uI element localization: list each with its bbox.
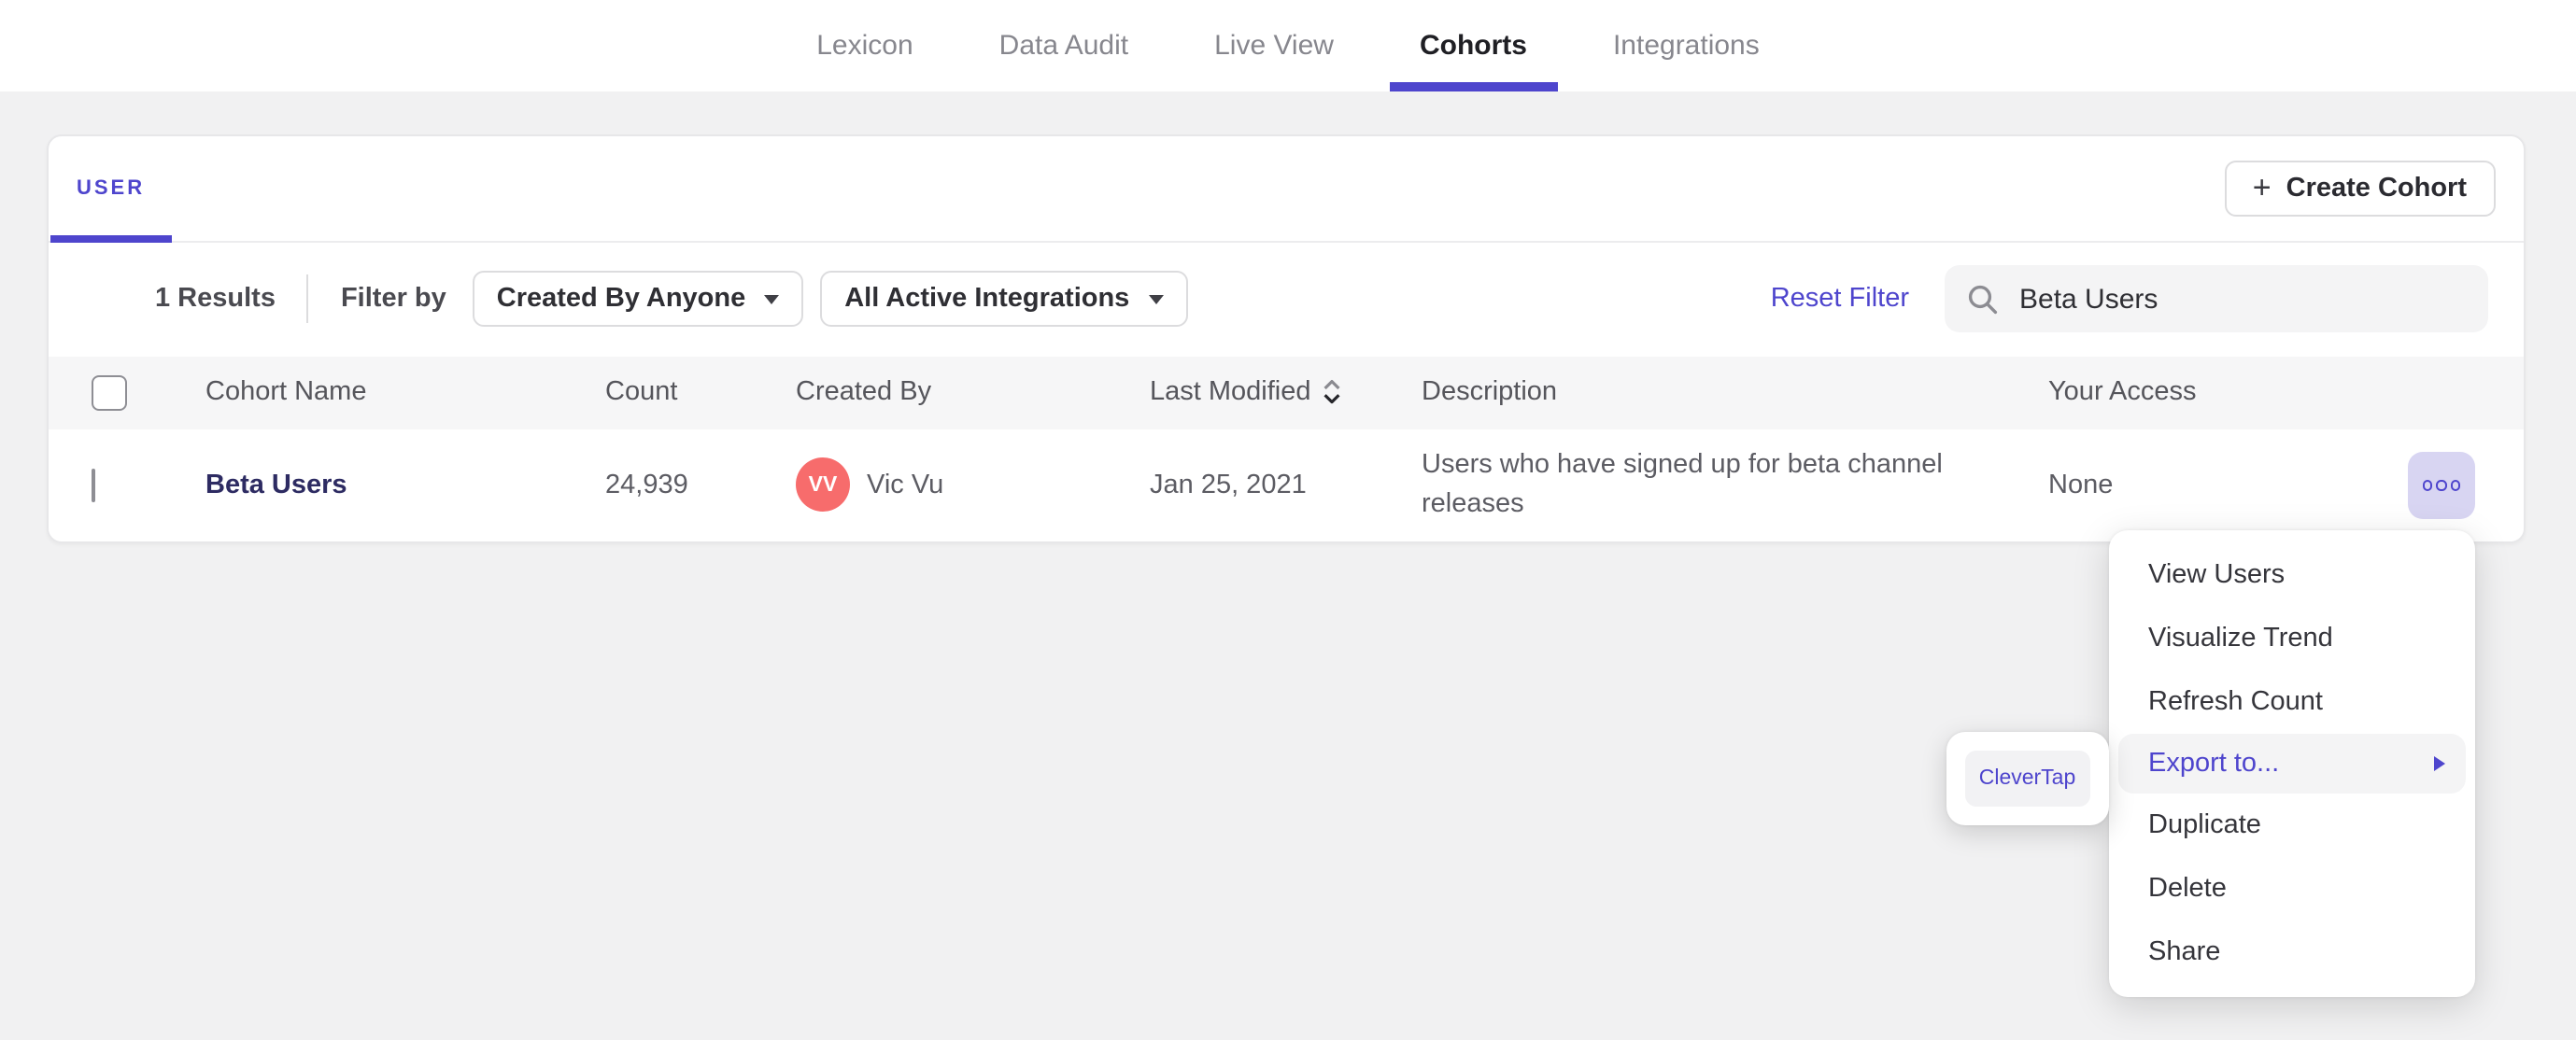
submenu-arrow-icon [2433, 755, 2444, 770]
column-last-modified[interactable]: Last Modified [1150, 377, 1422, 407]
tab-integrations[interactable]: Integrations [1613, 0, 1760, 91]
filter-toolbar: 1 Results Filter by Created By Anyone Al… [49, 242, 2523, 356]
divider [306, 274, 309, 323]
cohort-description: Users who have signed up for beta channe… [1422, 449, 1943, 519]
your-access-value: None [2048, 470, 2114, 500]
filter-by-label: Filter by [340, 284, 446, 314]
reset-filter-link[interactable]: Reset Filter [1771, 284, 1909, 314]
last-modified-label: Last Modified [1150, 377, 1311, 407]
dot-icon [2436, 480, 2447, 490]
menu-item-visualize-trend[interactable]: Visualize Trend [2108, 606, 2475, 669]
cohort-count: 24,939 [605, 470, 688, 500]
integrations-dropdown[interactable]: All Active Integrations [820, 271, 1188, 327]
last-modified-value: Jan 25, 2021 [1150, 470, 1307, 500]
cohort-name-link[interactable]: Beta Users [205, 471, 347, 500]
your-access-cell: None [2048, 451, 2523, 519]
row-checkbox[interactable] [91, 468, 94, 502]
table-header: Cohort Name Count Created By Last Modifi… [49, 356, 2523, 429]
create-cohort-button[interactable]: + Create Cohort [2224, 160, 2495, 217]
results-count: 1 Results [155, 284, 276, 314]
column-count[interactable]: Count [605, 377, 796, 407]
sort-icon[interactable] [1323, 379, 1341, 405]
menu-item-refresh-count[interactable]: Refresh Count [2108, 669, 2475, 733]
top-navigation: Lexicon Data Audit Live View Cohorts Int… [0, 0, 2576, 91]
tab-data-audit[interactable]: Data Audit [999, 0, 1128, 91]
dot-icon [2450, 480, 2461, 490]
chevron-down-icon [764, 294, 780, 303]
column-your-access[interactable]: Your Access [2048, 377, 2523, 407]
export-to-label: Export to... [2148, 748, 2280, 778]
search-box[interactable] [1945, 264, 2488, 333]
search-input[interactable] [2016, 281, 2466, 316]
created-by-dropdown-value: Created By Anyone [496, 284, 746, 314]
cohorts-panel: USER + Create Cohort 1 Results Filter by… [47, 134, 2525, 543]
panel-tab-bar: USER + Create Cohort [49, 135, 2523, 242]
menu-item-share[interactable]: Share [2108, 920, 2475, 983]
created-by-cell: VV Vic Vu [796, 457, 1150, 513]
submenu-item-clevertap[interactable]: CleverTap [1964, 750, 2090, 806]
tab-live-view[interactable]: Live View [1214, 0, 1334, 91]
column-description[interactable]: Description [1422, 377, 2048, 407]
search-icon [1968, 284, 1998, 314]
menu-item-duplicate[interactable]: Duplicate [2108, 793, 2475, 856]
menu-item-delete[interactable]: Delete [2108, 856, 2475, 920]
table-row: Beta Users 24,939 VV Vic Vu Jan 25, 2021… [49, 429, 2523, 541]
menu-item-view-users[interactable]: View Users [2108, 542, 2475, 606]
dot-icon [2422, 480, 2433, 490]
avatar: VV [796, 457, 850, 513]
chevron-down-icon [1148, 294, 1164, 303]
column-created-by[interactable]: Created By [796, 377, 1150, 407]
created-by-dropdown[interactable]: Created By Anyone [472, 271, 804, 327]
menu-item-export-to[interactable]: Export to... [2118, 733, 2465, 793]
row-actions-menu: View Users Visualize Trend Refresh Count… [2108, 529, 2475, 996]
column-cohort-name[interactable]: Cohort Name [205, 377, 605, 407]
export-submenu: CleverTap [1946, 731, 2109, 824]
select-all-checkbox[interactable] [91, 374, 126, 410]
create-cohort-label: Create Cohort [2286, 173, 2467, 204]
integrations-dropdown-value: All Active Integrations [844, 284, 1130, 314]
plus-icon: + [2252, 169, 2272, 205]
app-window: Lexicon Data Audit Live View Cohorts Int… [0, 0, 2576, 1040]
tab-lexicon[interactable]: Lexicon [816, 0, 913, 91]
created-by-name: Vic Vu [867, 470, 944, 500]
row-actions-button[interactable] [2408, 451, 2475, 519]
tab-user[interactable]: USER [50, 135, 171, 242]
tab-cohorts[interactable]: Cohorts [1420, 0, 1527, 91]
